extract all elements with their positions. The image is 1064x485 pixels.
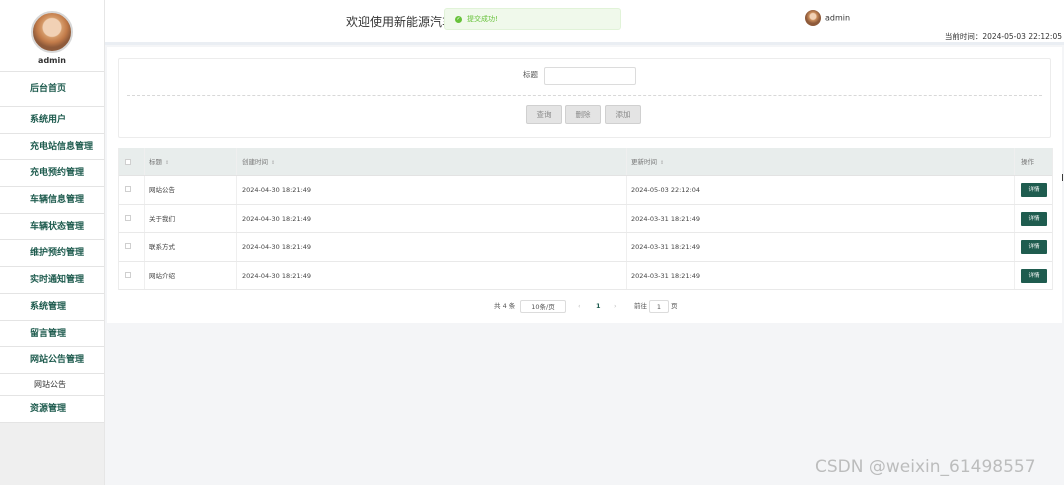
- search-panel: 标题 查询 删除 添加: [118, 58, 1051, 138]
- column-divider: [236, 176, 237, 204]
- sidebar-item-maintenance[interactable]: 维护预约管理: [0, 240, 104, 268]
- current-time: 当前时间：2024-05-03 22:12:05: [944, 32, 1062, 41]
- select-all-checkbox[interactable]: [125, 159, 131, 165]
- search-label: 标题: [523, 70, 538, 79]
- column-divider: [1014, 204, 1015, 232]
- column-header-updated[interactable]: 更新时间 ⇕: [631, 148, 664, 175]
- cell-title: 网站介绍: [149, 271, 175, 280]
- success-toast: ✓ 提交成功!: [444, 8, 621, 30]
- sidebar-item-announcements[interactable]: 网站公告管理: [0, 347, 104, 374]
- column-divider: [144, 233, 145, 261]
- cell-updated: 2024-03-31 18:21:49: [631, 271, 701, 280]
- sidebar-item-resources[interactable]: 资源管理: [0, 395, 104, 423]
- page-size-select[interactable]: 10条/页: [520, 300, 566, 313]
- cell-created: 2024-04-30 18:21:49: [242, 243, 312, 251]
- sidebar-item-messages[interactable]: 留言管理: [0, 320, 104, 348]
- sidebar-subitem-announcement[interactable]: 网站公告: [0, 373, 104, 396]
- cell-created: 2024-04-30 18:21:49: [242, 214, 312, 223]
- sort-icon[interactable]: ⇕: [271, 160, 275, 166]
- sort-icon[interactable]: ⇕: [165, 160, 169, 166]
- column-header-action: 操作: [1021, 158, 1034, 166]
- column-header-created[interactable]: 创建时间 ⇕: [242, 148, 275, 175]
- column-divider: [1014, 233, 1015, 261]
- page-number-current[interactable]: 1: [596, 300, 601, 313]
- data-table: 标题 ⇕ 创建时间 ⇕ 更新时间 ⇕ 操作 网站公告 2024-04-30 18:21…: [118, 148, 1053, 290]
- query-button[interactable]: 查询: [526, 105, 562, 124]
- sidebar-item-system-management[interactable]: 系统管理: [0, 293, 104, 321]
- cell-updated: 2024-05-03 22:12:04: [631, 186, 701, 194]
- column-divider: [1014, 261, 1015, 289]
- sidebar: admin 后台首页 系统用户 充电站信息管理 充电预约管理 车辆信息管理 车辆…: [0, 0, 105, 485]
- cell-title: 联系方式: [149, 243, 175, 251]
- row-checkbox[interactable]: [125, 214, 131, 221]
- column-divider: [144, 261, 145, 289]
- column-divider: [1014, 176, 1015, 204]
- table-row: 网站介绍 2024-04-30 18:21:49 2024-03-31 18:2…: [119, 261, 1052, 290]
- header: 欢迎使用新能源汽车服 ✓ 提交成功! admin 当前时间：2024-05-03 …: [105, 0, 1064, 45]
- column-divider: [626, 176, 627, 204]
- table-row: 网站公告 2024-04-30 18:21:49 2024-05-03 22:1…: [119, 176, 1052, 205]
- page-unit-label: 页: [671, 302, 678, 310]
- cell-created: 2024-04-30 18:21:49: [242, 186, 312, 194]
- cell-title: 网站公告: [149, 186, 175, 194]
- sidebar-item-charging-reservations[interactable]: 充电预约管理: [0, 160, 104, 188]
- cell-updated: 2024-03-31 18:21:49: [631, 243, 701, 251]
- detail-button[interactable]: 详情: [1021, 211, 1047, 226]
- column-divider: [236, 233, 237, 261]
- column-divider: [626, 148, 627, 175]
- column-title-label: 标题: [149, 158, 162, 166]
- main-content: 标题 查询 删除 添加 标题 ⇕ 创建时间 ⇕ 更新时间 ⇕ 操作 网站公告 2024…: [107, 47, 1062, 323]
- cell-created: 2024-04-30 18:21:49: [242, 271, 312, 280]
- title-search-input[interactable]: [544, 67, 636, 85]
- column-header-title[interactable]: 标题 ⇕: [149, 148, 169, 175]
- column-divider: [236, 148, 237, 175]
- column-divider: [626, 233, 627, 261]
- column-divider: [144, 176, 145, 204]
- column-divider: [144, 148, 145, 175]
- column-divider: [626, 204, 627, 232]
- avatar[interactable]: [31, 11, 73, 53]
- profile: admin: [0, 0, 104, 72]
- cell-updated: 2024-03-31 18:21:49: [631, 214, 701, 223]
- user-menu[interactable]: admin: [805, 10, 850, 26]
- column-created-label: 创建时间: [242, 158, 268, 166]
- cell-title: 关于我们: [149, 214, 175, 223]
- sidebar-item-vehicle-info[interactable]: 车辆信息管理: [0, 187, 104, 214]
- detail-button[interactable]: 详情: [1021, 240, 1047, 254]
- prev-page-icon[interactable]: ‹: [578, 300, 581, 313]
- column-divider: [1014, 148, 1015, 175]
- goto-label: 前往: [634, 302, 647, 310]
- sidebar-item-notifications[interactable]: 实时通知管理: [0, 267, 104, 294]
- column-divider: [236, 261, 237, 289]
- sidebar-item-vehicle-status[interactable]: 车辆状态管理: [0, 213, 104, 241]
- sidebar-item-charging-stations[interactable]: 充电站信息管理: [0, 133, 104, 161]
- header-username: admin: [825, 13, 851, 23]
- check-circle-icon: ✓: [455, 15, 462, 23]
- goto-page-input[interactable]: 1: [649, 300, 669, 313]
- sort-icon[interactable]: ⇕: [660, 160, 664, 166]
- column-updated-label: 更新时间: [631, 158, 657, 166]
- detail-button[interactable]: 详情: [1021, 183, 1047, 197]
- divider: [127, 95, 1042, 96]
- table-row: 关于我们 2024-04-30 18:21:49 2024-03-31 18:2…: [119, 204, 1052, 233]
- row-checkbox[interactable]: [125, 186, 131, 192]
- sidebar-item-system-users[interactable]: 系统用户: [0, 107, 104, 134]
- column-divider: [626, 261, 627, 289]
- watermark: CSDN @weixin_61498557: [815, 457, 1036, 477]
- sidebar-username: admin: [38, 56, 66, 65]
- pagination-total: 共 4 条: [494, 302, 516, 310]
- delete-button[interactable]: 删除: [565, 105, 601, 124]
- avatar: [805, 10, 821, 26]
- column-divider: [144, 204, 145, 232]
- table-row: 联系方式 2024-04-30 18:21:49 2024-03-31 18:2…: [119, 233, 1052, 262]
- column-divider: [236, 204, 237, 232]
- next-page-icon[interactable]: ›: [614, 300, 617, 313]
- table-header: 标题 ⇕ 创建时间 ⇕ 更新时间 ⇕ 操作: [119, 148, 1052, 176]
- toast-message: 提交成功!: [467, 15, 498, 23]
- sidebar-item-home[interactable]: 后台首页: [0, 72, 104, 107]
- add-button[interactable]: 添加: [605, 105, 641, 124]
- detail-button[interactable]: 详情: [1021, 268, 1047, 283]
- row-checkbox[interactable]: [125, 271, 131, 278]
- row-checkbox[interactable]: [125, 243, 131, 249]
